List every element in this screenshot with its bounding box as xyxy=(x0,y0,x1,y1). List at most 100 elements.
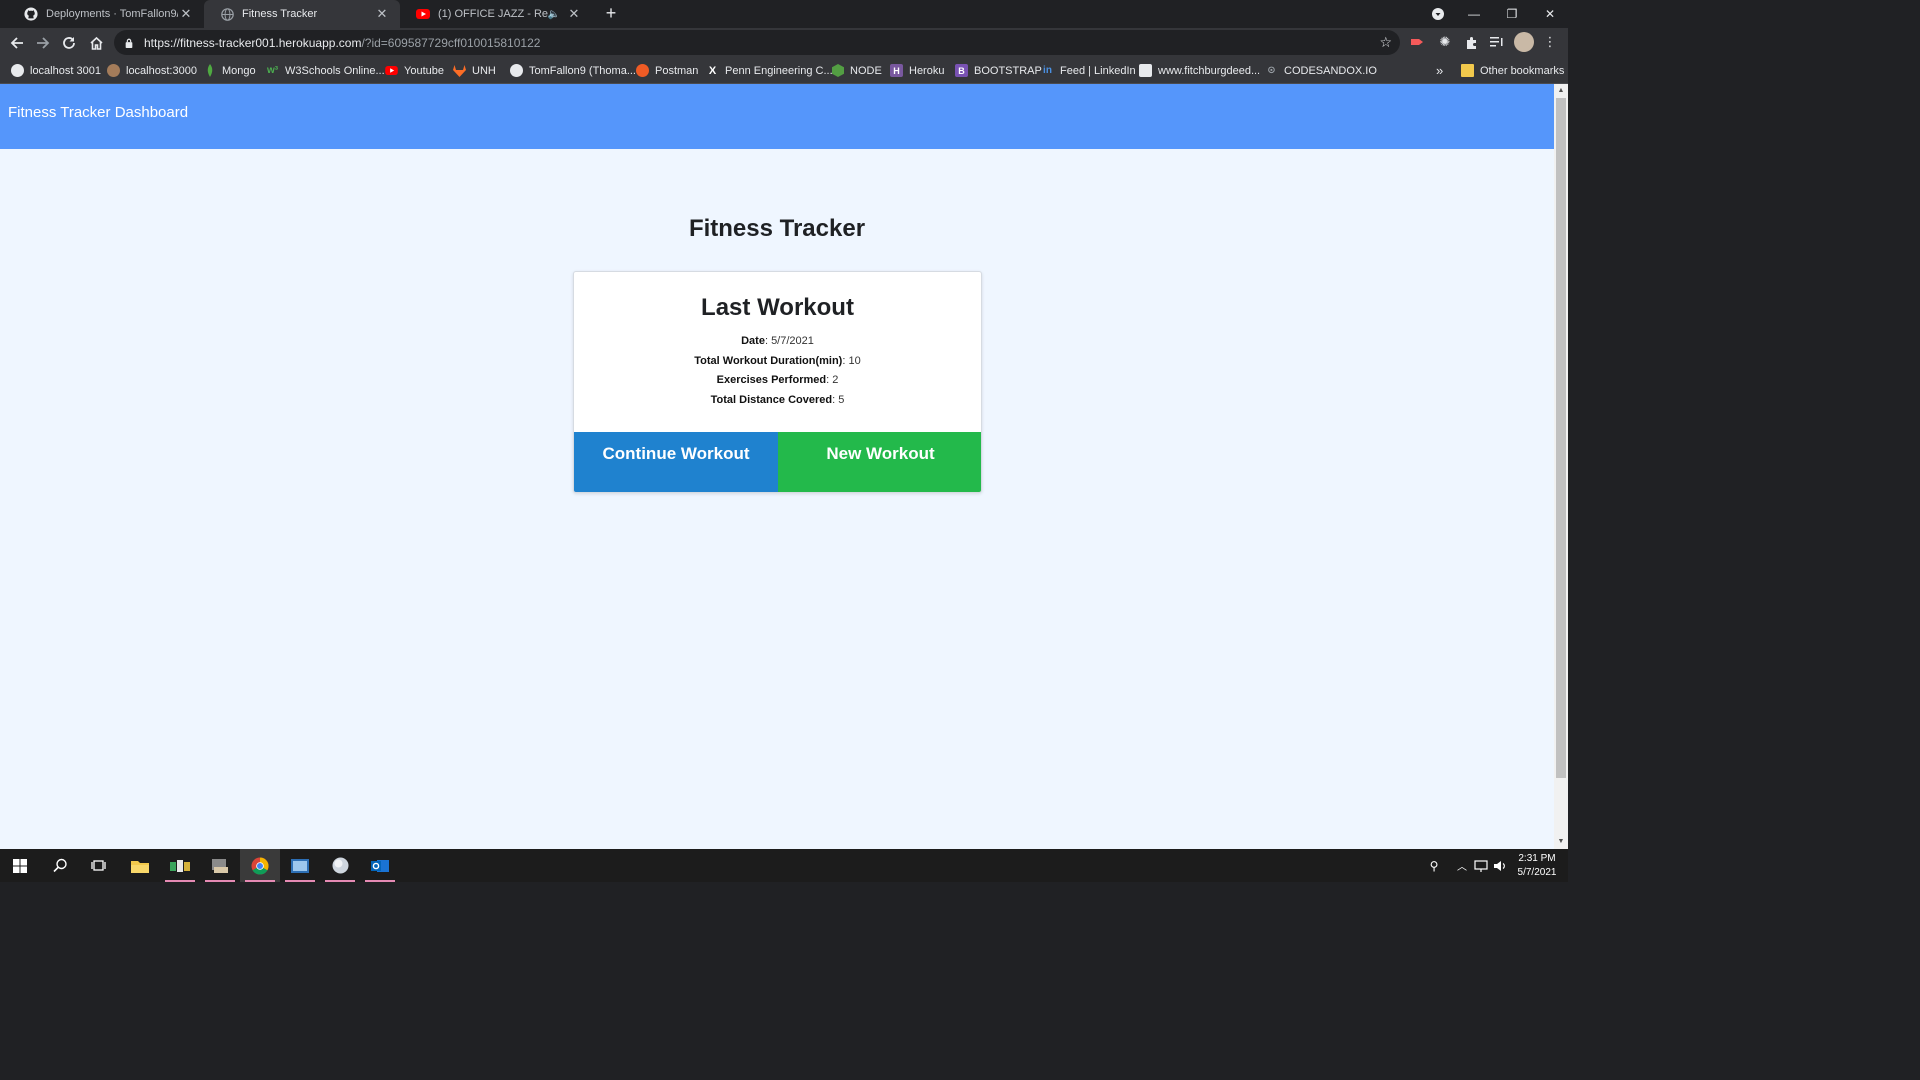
github-icon xyxy=(24,7,38,21)
search-icon[interactable] xyxy=(40,849,80,882)
people-icon[interactable]: ⚲ xyxy=(1424,849,1444,882)
bookmark-label: Feed | LinkedIn xyxy=(1060,64,1136,77)
restore-button[interactable]: ❐ xyxy=(1494,0,1530,28)
app-navbar: Fitness Tracker Dashboard xyxy=(0,84,1554,149)
bookmark-w3schools[interactable]: w³ W3Schools Online... xyxy=(266,62,385,79)
tab-office-jazz[interactable]: (1) OFFICE JAZZ - Relaxing C 🔈 ✕ xyxy=(400,0,592,28)
globe-icon xyxy=(11,64,24,77)
w3schools-icon: w³ xyxy=(266,65,279,76)
volume-icon[interactable] xyxy=(1492,849,1510,882)
home-icon xyxy=(89,36,103,50)
scrollbar-thumb[interactable] xyxy=(1556,98,1566,778)
tab-title: Fitness Tracker xyxy=(242,8,318,20)
page-viewport: Fitness Tracker Dashboard Fitness Tracke… xyxy=(0,84,1554,849)
bookmark-youtube[interactable]: Youtube xyxy=(385,62,444,79)
system-clock[interactable]: 2:31 PM 5/7/2021 xyxy=(1512,852,1562,880)
bookmark-mongo[interactable]: Mongo xyxy=(203,62,256,79)
bookmark-label: Penn Engineering C... xyxy=(725,64,833,77)
bookmark-label: TomFallon9 (Thoma... xyxy=(529,64,636,77)
close-icon[interactable]: ✕ xyxy=(374,6,390,22)
bookmark-label: BOOTSTRAP xyxy=(974,64,1042,77)
last-workout-card: Last Workout Date: 5/7/2021 Total Workou… xyxy=(573,271,982,493)
stat-distance: Total Distance Covered: 5 xyxy=(710,394,845,406)
codesandbox-icon: ⊙ xyxy=(1267,65,1276,76)
scroll-down-icon[interactable]: ▼ xyxy=(1554,835,1568,849)
url-path: /?id=609587729cff010015810122 xyxy=(361,35,541,50)
home-button[interactable] xyxy=(85,32,107,54)
bookmarks-bar: localhost 3001 localhost:3000 Mongo w³ W… xyxy=(0,57,1568,84)
scroll-up-icon[interactable]: ▲ xyxy=(1554,84,1568,98)
running-indicator xyxy=(165,880,195,882)
address-bar[interactable]: https://fitness-tracker001.herokuapp.com… xyxy=(114,30,1400,55)
task-view-icon[interactable] xyxy=(78,849,118,882)
network-icon[interactable] xyxy=(1472,849,1490,882)
app-photos-icon[interactable] xyxy=(280,849,320,882)
bookmark-label: NODE xyxy=(850,64,882,77)
navbar-brand[interactable]: Fitness Tracker Dashboard xyxy=(8,104,188,121)
close-icon[interactable]: ✕ xyxy=(178,6,194,22)
chevron-up-icon[interactable]: ︿ xyxy=(1454,849,1470,882)
close-icon[interactable]: ✕ xyxy=(566,6,582,22)
bookmark-linkedin[interactable]: in Feed | LinkedIn xyxy=(1041,62,1136,79)
chrome-taskbar-icon[interactable] xyxy=(240,849,280,882)
bookmark-bootstrap[interactable]: B BOOTSTRAP xyxy=(955,62,1042,79)
extension-gear-icon[interactable]: ✺ xyxy=(1436,33,1454,51)
tab-search-icon[interactable] xyxy=(1420,0,1456,28)
bookmark-label: Mongo xyxy=(222,64,256,77)
file-explorer-icon[interactable] xyxy=(120,849,160,882)
x-icon: X xyxy=(708,64,717,77)
app-green-icon[interactable] xyxy=(160,849,200,882)
media-control-icon[interactable] xyxy=(1488,33,1506,51)
windows-start-icon[interactable] xyxy=(0,849,40,882)
bookmark-node[interactable]: NODE xyxy=(831,62,882,79)
stat-label: Exercises Performed xyxy=(716,374,827,386)
minimize-button[interactable]: — xyxy=(1456,0,1492,28)
bookmark-heroku[interactable]: H Heroku xyxy=(890,62,944,79)
bookmark-star-icon[interactable]: ☆ xyxy=(1379,34,1392,51)
other-bookmarks[interactable]: Other bookmarks xyxy=(1461,62,1564,79)
bookmark-fitchburgdeeds[interactable]: www.fitchburgdeed... xyxy=(1139,62,1260,79)
speaker-icon[interactable]: 🔈 xyxy=(548,9,560,20)
bookmark-label: Other bookmarks xyxy=(1480,64,1565,77)
extensions-puzzle-icon[interactable] xyxy=(1462,33,1480,51)
bookmarks-overflow-button[interactable]: » xyxy=(1436,62,1443,79)
running-indicator xyxy=(245,880,275,882)
browser-toolbar: https://fitness-tracker001.herokuapp.com… xyxy=(0,28,1568,57)
app-globe-icon[interactable] xyxy=(320,849,360,882)
extension-red-icon[interactable] xyxy=(1409,33,1427,51)
bookmark-localhost-3000[interactable]: localhost:3000 xyxy=(107,62,197,79)
profile-avatar[interactable] xyxy=(1514,32,1534,52)
bookmark-localhost-3001[interactable]: localhost 3001 xyxy=(11,62,101,79)
tab-strip: Deployments · TomFallon9/fitnes ✕ Fitnes… xyxy=(0,0,1568,28)
close-window-button[interactable]: ✕ xyxy=(1532,0,1568,28)
stat-value: 5/7/2021 xyxy=(771,335,814,347)
bookmark-codesandbox[interactable]: ⊙ CODESANDOX.IO xyxy=(1265,62,1377,79)
page-scrollbar[interactable]: ▲ ▼ xyxy=(1554,84,1568,849)
bookmark-label: UNH xyxy=(472,64,496,77)
bootstrap-icon: B xyxy=(955,64,968,77)
stat-label: Total Workout Duration(min) xyxy=(694,355,843,367)
new-workout-button[interactable]: New Workout xyxy=(778,432,981,492)
heroku-icon: H xyxy=(890,64,903,77)
bookmark-tomfallon9[interactable]: TomFallon9 (Thoma... xyxy=(510,62,636,79)
lock-icon xyxy=(125,38,133,48)
continue-workout-button[interactable]: Continue Workout xyxy=(574,432,778,492)
app-terminal-icon[interactable] xyxy=(200,849,240,882)
clock-time: 2:31 PM xyxy=(1518,853,1556,864)
bookmark-postman[interactable]: Postman xyxy=(636,62,698,79)
postman-icon xyxy=(636,64,649,77)
menu-kebab-icon[interactable]: ⋮ xyxy=(1541,33,1559,51)
tab-title: Deployments · TomFallon9/fitnes xyxy=(46,8,178,20)
linkedin-icon: in xyxy=(1043,65,1052,76)
back-button[interactable] xyxy=(6,32,28,54)
reload-button[interactable] xyxy=(58,32,80,54)
forward-button[interactable] xyxy=(32,32,54,54)
bookmark-penn-engineering[interactable]: X Penn Engineering C... xyxy=(706,62,833,79)
tab-fitness-tracker[interactable]: Fitness Tracker ✕ xyxy=(204,0,400,28)
running-indicator xyxy=(365,880,395,882)
tab-deployments[interactable]: Deployments · TomFallon9/fitnes ✕ xyxy=(8,0,204,28)
youtube-icon xyxy=(385,64,398,77)
bookmark-unh[interactable]: UNH xyxy=(453,62,496,79)
new-tab-button[interactable]: + xyxy=(601,3,621,23)
outlook-icon[interactable] xyxy=(360,849,400,882)
